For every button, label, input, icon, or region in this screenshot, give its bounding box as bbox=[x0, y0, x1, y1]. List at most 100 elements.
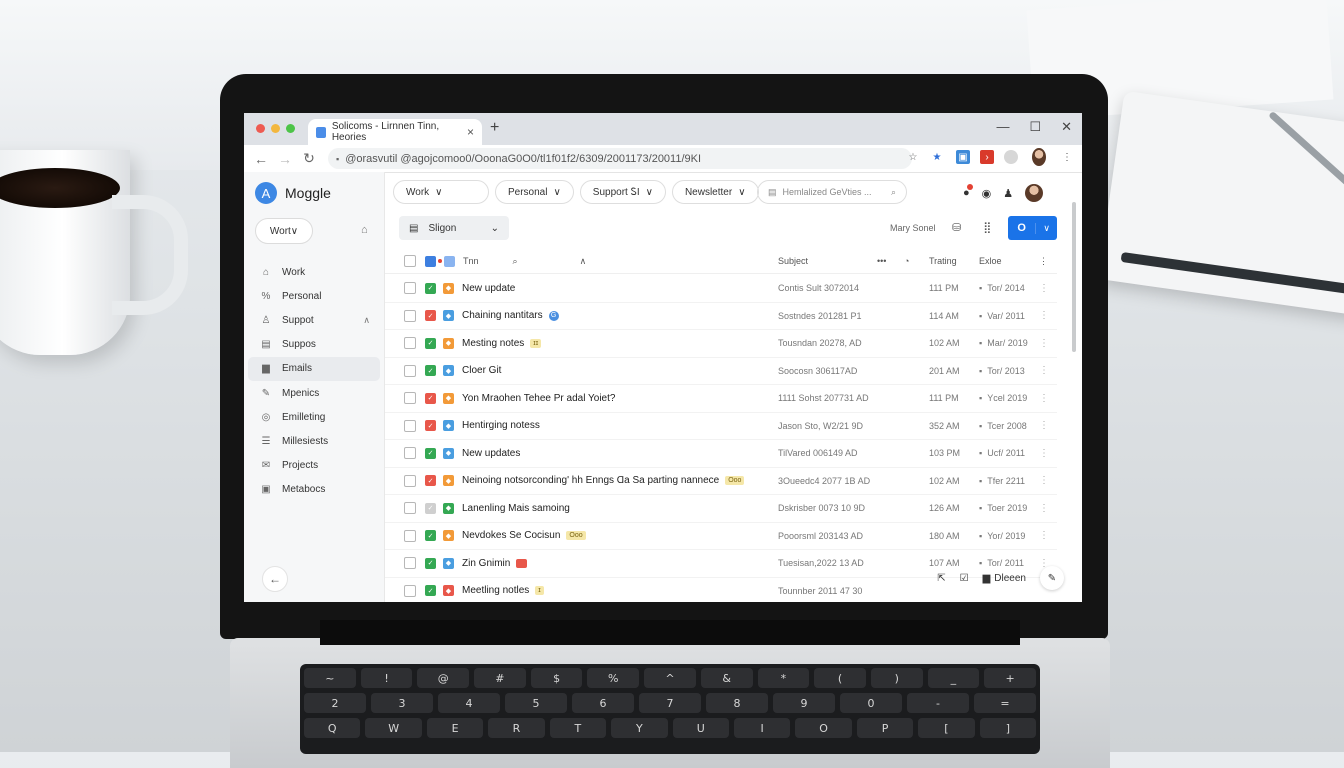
search-input[interactable]: ▤ Hemlalized GeVties ... ⌕ bbox=[757, 180, 907, 204]
home-icon[interactable]: ⌂ bbox=[361, 224, 368, 236]
sidebar-item-metabocs[interactable]: ▣ Metabocs bbox=[248, 478, 380, 502]
row-checkbox[interactable] bbox=[404, 502, 416, 515]
more-vert-icon[interactable]: ⋮ bbox=[1039, 530, 1049, 541]
url-field[interactable]: ▪ @orasvutil @agojcomoo0/OoonaG0O0/tl1f0… bbox=[328, 148, 912, 169]
sidebar-item-work[interactable]: ⌂ Work bbox=[248, 260, 380, 284]
extension-red-icon[interactable]: › bbox=[980, 150, 994, 164]
row-checkbox[interactable] bbox=[404, 584, 416, 597]
sidebar-item-emails[interactable]: ▆ Emails bbox=[248, 356, 380, 381]
reload-icon[interactable]: ↻ bbox=[302, 150, 316, 167]
tag-icon: ɪ bbox=[535, 586, 544, 596]
filter-support[interactable]: Support ᏚΙ ∨ bbox=[579, 180, 666, 204]
close-icon[interactable]: ✕ bbox=[1061, 119, 1072, 135]
table-row[interactable]: ✓ ◆ Yon Mraohen Tehee Pr adal Yoiet? 1111 S… bbox=[385, 385, 1057, 413]
more-vert-icon[interactable]: ⋮ bbox=[1039, 338, 1049, 349]
more-vert-icon[interactable]: ⋮ bbox=[1039, 365, 1049, 376]
collapse-sidebar-button[interactable]: ← bbox=[262, 566, 288, 592]
cursor-icon[interactable]: ⇱ bbox=[937, 573, 945, 584]
zoom-window-button[interactable] bbox=[286, 124, 295, 133]
sidebar-item-emilleting[interactable]: ◎ Emilleting bbox=[248, 405, 380, 429]
extension-icon[interactable]: ▣ bbox=[956, 150, 970, 164]
help-icon[interactable]: ◉ bbox=[982, 187, 992, 200]
browser-menu-icon[interactable]: ⋮ bbox=[1060, 150, 1074, 164]
table-row[interactable]: ✓ ◆ Neinoing notsorconding' hh Enngs Ɑa Sa… bbox=[385, 468, 1057, 495]
table-row[interactable]: ✓ ◆ Lanenling Mais samoing Dskrisber 0073 1… bbox=[385, 495, 1057, 523]
sidebar-item-millesiests[interactable]: ☰ Millesiests bbox=[248, 429, 380, 453]
row-checkbox[interactable] bbox=[404, 529, 416, 542]
checkbox-icon[interactable]: ☑ bbox=[960, 573, 969, 584]
more-horizontal-icon[interactable]: ••• bbox=[877, 256, 886, 266]
row-checkbox[interactable] bbox=[404, 447, 416, 460]
sidebar-item-mpenics[interactable]: ✎ Mpenics bbox=[248, 381, 380, 405]
table-row[interactable]: ✓ ◆ Mesting notes ɪɪ Tousndan 20278, AD 102 A… bbox=[385, 330, 1057, 358]
table-row[interactable]: ✓ ◆ New updates TilVared 006149 AD 103 PM ▪ Uc… bbox=[385, 440, 1057, 468]
more-vert-icon[interactable]: ⋮ bbox=[1039, 420, 1049, 431]
table-row[interactable]: ✓ ◆ Chaining nantitars G Sostndes 201281 P1 1… bbox=[385, 303, 1057, 330]
row-expiry: ▪ Ycel 2019 bbox=[979, 393, 1027, 403]
bookmark-star-icon[interactable]: ★ bbox=[930, 150, 944, 164]
table-row[interactable]: ✓ ◆ Nevdokes Se Cocisun Ooo Pooorsml 203143 … bbox=[385, 523, 1057, 550]
col-expires[interactable]: Exloe bbox=[979, 256, 1002, 266]
scrollbar[interactable] bbox=[1072, 202, 1076, 352]
more-vert-icon[interactable]: ⋮ bbox=[1039, 393, 1049, 404]
row-checkbox[interactable] bbox=[404, 282, 416, 295]
new-tab-button[interactable]: + bbox=[490, 119, 499, 137]
extension-gray-icon[interactable] bbox=[1004, 150, 1018, 164]
brand[interactable]: A Moggle bbox=[255, 182, 331, 204]
more-vert-icon[interactable]: ⋮ bbox=[1039, 448, 1049, 459]
browser-tab[interactable]: Solicoms - Lirnnen Tinn, Heories × bbox=[308, 119, 482, 145]
minimize-icon[interactable]: — bbox=[996, 119, 1009, 135]
row-subject: Neinoing notsorconding' hh Enngs Ɑa Sa p… bbox=[462, 475, 720, 487]
row-checkbox[interactable] bbox=[404, 392, 416, 405]
user-avatar[interactable] bbox=[1025, 184, 1044, 202]
col-trating[interactable]: Trating bbox=[929, 256, 957, 266]
sidebar-item-suppot[interactable]: ♙ Suppot ∧ bbox=[248, 308, 380, 332]
account-switcher[interactable]: Wort∨ bbox=[255, 218, 313, 244]
select-all-checkbox[interactable] bbox=[404, 255, 416, 267]
col-subject[interactable]: Subject bbox=[778, 256, 808, 266]
row-checkbox[interactable] bbox=[404, 337, 416, 350]
col-name[interactable]: Tnn bbox=[463, 256, 479, 266]
row-checkbox[interactable] bbox=[404, 419, 416, 432]
table-row[interactable]: ✓ ◆ Cloer Git Soocosn 306117AD 201 AM ▪ Tor/ 2… bbox=[385, 358, 1057, 385]
compose-button-label[interactable]: O bbox=[1008, 222, 1035, 234]
table-row[interactable]: ✓ ◆ Hentirging notess Jason Sto, W2/21 9D 35… bbox=[385, 413, 1057, 440]
filter-personal[interactable]: Personal ∨ bbox=[495, 180, 574, 204]
more-vert-icon[interactable]: ⋮ bbox=[1039, 310, 1049, 321]
notification-bell-icon[interactable]: ● bbox=[963, 184, 973, 199]
minimize-window-button[interactable] bbox=[271, 124, 280, 133]
back-arrow-icon[interactable]: ← bbox=[254, 151, 268, 167]
more-vert-icon[interactable]: ⋮ bbox=[1039, 283, 1049, 294]
compose-split-button[interactable]: O ∨ bbox=[1008, 216, 1057, 240]
archive-icon[interactable]: ⛁ bbox=[952, 221, 961, 234]
row-checkbox[interactable] bbox=[404, 474, 416, 487]
archive-action[interactable]: ▆ Dleeen bbox=[983, 573, 1026, 584]
apps-grid-icon[interactable]: ⣿ bbox=[983, 221, 991, 234]
sidebar-item-suppos[interactable]: ▤ Suppos bbox=[248, 333, 380, 357]
chevron-up-icon[interactable]: ∧ bbox=[580, 256, 587, 267]
label-dropdown[interactable]: ▤ Sligon ⌄ bbox=[399, 216, 509, 240]
chevron-down-icon[interactable]: ∨ bbox=[1035, 222, 1057, 234]
search-icon[interactable]: ⌕ bbox=[513, 256, 518, 267]
tab-close-icon[interactable]: × bbox=[467, 125, 474, 139]
star-icon[interactable]: ☆ bbox=[906, 150, 920, 164]
profile-avatar[interactable] bbox=[1032, 148, 1046, 166]
sidebar-item-personal[interactable]: % Personal bbox=[248, 284, 380, 308]
more-vert-icon[interactable]: ⋮ bbox=[1039, 503, 1049, 514]
row-checkbox[interactable] bbox=[404, 557, 416, 570]
sidebar-item-projects[interactable]: ✉ Projects bbox=[248, 454, 380, 478]
close-window-button[interactable] bbox=[256, 124, 265, 133]
maximize-icon[interactable]: ☐ bbox=[1029, 119, 1041, 135]
filter-work[interactable]: Work ∨ bbox=[393, 180, 489, 204]
filter-newsletter[interactable]: Newsletter ∨ bbox=[671, 180, 759, 204]
more-vert-icon[interactable]: ⋮ bbox=[1039, 475, 1049, 486]
more-vert-icon[interactable]: ⋮ bbox=[1039, 256, 1048, 267]
forward-arrow-icon[interactable]: → bbox=[278, 151, 292, 167]
chevron-up-icon[interactable]: ∧ bbox=[363, 315, 370, 326]
row-checkbox[interactable] bbox=[404, 364, 416, 377]
search-icon[interactable]: ⌕ bbox=[891, 187, 896, 198]
row-checkbox[interactable] bbox=[404, 309, 416, 322]
compose-icon[interactable]: ✎ bbox=[1040, 566, 1064, 590]
table-row[interactable]: ✓ ◆ New update Contis Sult 3072014 111 PM ▪ To… bbox=[385, 275, 1057, 303]
person-icon[interactable]: ♟ bbox=[1003, 187, 1013, 200]
